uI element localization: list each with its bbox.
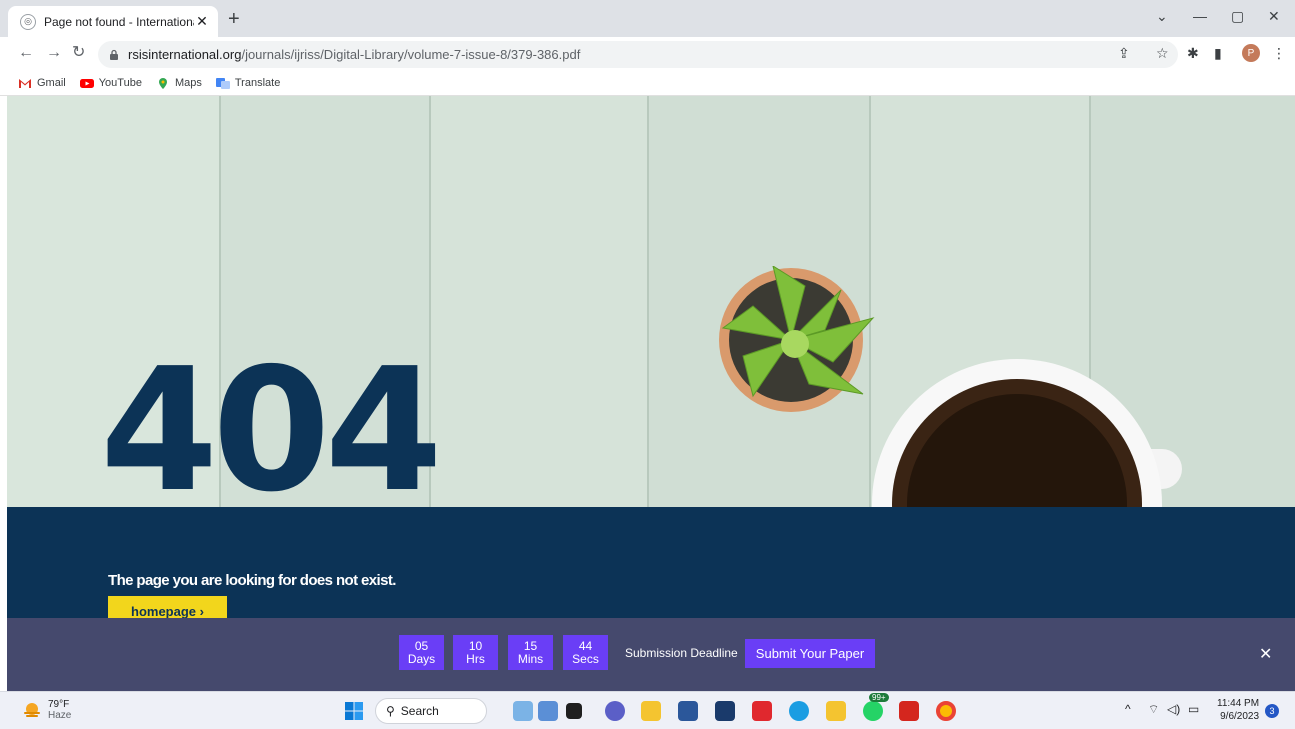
- weather-widget[interactable]: 79°F Haze: [22, 699, 71, 721]
- taskbar-clock[interactable]: 11:44 PM 9/6/2023: [1217, 697, 1259, 723]
- close-banner-icon[interactable]: ✕: [1259, 644, 1272, 664]
- file-explorer-icon[interactable]: [641, 701, 661, 721]
- reload-icon[interactable]: ↻: [72, 45, 85, 61]
- tray-chevron-up-icon[interactable]: ^: [1125, 702, 1131, 716]
- task-view-icon[interactable]: [566, 703, 582, 719]
- edge-icon[interactable]: [789, 701, 809, 721]
- tab-title: Page not found - International Jo: [44, 14, 194, 29]
- chrome-icon[interactable]: [936, 701, 956, 721]
- countdown-days: 05 Days: [399, 635, 444, 670]
- gmail-icon: [19, 78, 31, 88]
- clock-date: 9/6/2023: [1220, 711, 1260, 722]
- bookmark-label: YouTube: [98, 77, 142, 89]
- bookmark-gmail[interactable]: Gmail: [18, 77, 66, 89]
- word-icon[interactable]: [678, 701, 698, 721]
- bookmarks-bar: Gmail YouTube Maps Translate: [0, 71, 1295, 96]
- countdown-seconds: 44 Secs: [563, 635, 608, 670]
- not-found-message: The page you are looking for does not ex…: [108, 572, 396, 589]
- page-content: 404 The page you are looking for does no…: [0, 96, 1295, 691]
- share-icon[interactable]: ⇪: [1118, 46, 1130, 60]
- bookmark-maps[interactable]: Maps: [156, 77, 202, 89]
- countdown-value: 05: [414, 638, 429, 653]
- restore-icon[interactable]: ▢: [1231, 8, 1244, 25]
- bookmark-label: Maps: [174, 77, 202, 89]
- url-path: /journals/ijriss/Digital-Library/volume-…: [241, 47, 581, 62]
- side-panel-icon[interactable]: ▮: [1214, 46, 1222, 60]
- extensions-icon[interactable]: ✱: [1187, 46, 1199, 60]
- countdown-value: 44: [578, 638, 593, 653]
- battery-icon[interactable]: ▭: [1188, 702, 1199, 716]
- countdown-unit: Hrs: [466, 651, 485, 666]
- volume-icon[interactable]: ◁): [1167, 702, 1180, 716]
- youtube-icon: [79, 78, 94, 88]
- taskbar-search[interactable]: ⚲ Search: [375, 698, 487, 724]
- weather-desc: Haze: [48, 710, 72, 721]
- close-window-icon[interactable]: ✕: [1268, 8, 1280, 25]
- haze-sun-icon: [24, 703, 40, 717]
- people-app-icon[interactable]: [538, 701, 558, 721]
- minimize-icon[interactable]: —: [1193, 8, 1207, 24]
- back-icon[interactable]: ←: [18, 45, 34, 61]
- countdown-hours: 10 Hrs: [453, 635, 498, 670]
- teams-chat-icon[interactable]: [605, 701, 625, 721]
- countdown-minutes: 15 Mins: [508, 635, 553, 670]
- forward-icon[interactable]: →: [46, 45, 62, 61]
- whatsapp-icon[interactable]: 99+: [863, 693, 889, 721]
- search-icon: ⚲: [386, 704, 395, 718]
- browser-tab[interactable]: ◎ Page not found - International Jo ✕: [8, 6, 218, 37]
- bookmark-translate[interactable]: Translate: [215, 77, 281, 89]
- tab-strip: ◎ Page not found - International Jo ✕ + …: [0, 0, 1295, 37]
- countdown-unit: Days: [407, 651, 436, 666]
- weather-temp: 79°F: [48, 699, 70, 710]
- widgets-app-icon[interactable]: [513, 701, 533, 721]
- lock-icon: [110, 49, 118, 60]
- notification-badge[interactable]: 3: [1265, 704, 1279, 718]
- browser-toolbar: ← → ↻ rsisinternational.org/journals/ijr…: [0, 37, 1295, 71]
- store-icon[interactable]: [715, 701, 735, 721]
- succulent-plant-image: [719, 266, 875, 412]
- deadline-label: Submission Deadline: [625, 646, 738, 660]
- countdown-value: 10: [468, 638, 483, 653]
- site-favicon-icon: ◎: [20, 13, 36, 30]
- acrobat-icon[interactable]: [899, 701, 919, 721]
- whatsapp-badge: 99+: [869, 693, 889, 702]
- error-code-heading: 404: [100, 332, 443, 530]
- clock-time: 11:44 PM: [1217, 698, 1260, 709]
- address-bar[interactable]: rsisinternational.org/journals/ijriss/Di…: [98, 41, 1178, 68]
- l-app-icon[interactable]: [752, 701, 772, 721]
- bookmark-label: Translate: [234, 77, 281, 89]
- submission-deadline-bar: 05 Days 10 Hrs 15 Mins 44 Secs Submissio…: [7, 618, 1295, 691]
- bookmark-youtube[interactable]: YouTube: [79, 77, 142, 89]
- new-tab-icon[interactable]: +: [228, 9, 240, 29]
- countdown-value: 15: [523, 638, 538, 653]
- windows-start-icon[interactable]: [345, 702, 363, 720]
- profile-avatar[interactable]: P: [1242, 44, 1260, 62]
- maps-pin-icon: [158, 77, 167, 89]
- translate-icon: [215, 77, 230, 89]
- tab-close-icon[interactable]: ✕: [194, 13, 210, 30]
- countdown-unit: Secs: [572, 651, 599, 666]
- countdown-unit: Mins: [517, 651, 544, 666]
- bookmark-star-icon[interactable]: ☆: [1156, 46, 1169, 60]
- search-label: Search: [400, 704, 439, 718]
- url-domain: rsisinternational.org: [128, 47, 242, 62]
- windows-taskbar: 79°F Haze ⚲ Search 99+ ^ ⌔ ◁) ▭ 11:44 PM…: [0, 691, 1295, 729]
- security-shield-icon[interactable]: [826, 701, 846, 721]
- submit-paper-button[interactable]: Submit Your Paper: [745, 639, 875, 668]
- menu-kebab-icon[interactable]: ⋮: [1272, 46, 1286, 60]
- coffee-cup-image: [872, 359, 1182, 507]
- tab-search-chevron-icon[interactable]: ⌄: [1156, 8, 1168, 25]
- bookmark-label: Gmail: [37, 77, 66, 89]
- wifi-icon[interactable]: ⌔: [1148, 702, 1159, 717]
